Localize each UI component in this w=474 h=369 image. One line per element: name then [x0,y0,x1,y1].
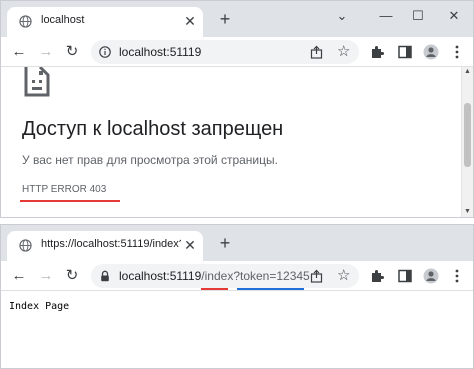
new-tab-button[interactable]: + [215,234,235,254]
profile-avatar-icon[interactable] [423,268,439,284]
back-button[interactable]: ← [10,43,28,61]
extensions-icon[interactable] [369,268,385,284]
error-code-underline [20,200,120,202]
address-host: localhost:51119 [119,45,202,59]
tab-title: localhost [41,14,85,26]
new-tab-button[interactable]: + [215,10,235,30]
share-icon[interactable] [310,45,324,59]
browser-window-forbidden: localhost ✕ + ⌄ — ☐ ✕ ← → ↻ localhost:51… [0,0,474,218]
extensions-icon[interactable] [369,44,385,60]
tab-close-icon[interactable]: ✕ [183,14,197,28]
profile-avatar-icon[interactable] [423,44,439,60]
browser-toolbar: ← → ↻ localhost:51119/index?token=12345 … [1,261,473,291]
page-content: Index Page [1,291,473,368]
page-body-text: Index Page [9,301,70,312]
address-query: ?token=12345 [233,269,310,283]
reload-button[interactable]: ↻ [63,43,81,61]
tab-strip: https://localhost:51119/index?to ✕ + [1,225,473,261]
bookmark-star-icon[interactable]: ☆ [337,267,351,285]
bookmark-star-icon[interactable]: ☆ [337,43,351,61]
back-button[interactable]: ← [10,267,28,285]
broken-document-icon [24,67,50,97]
minimize-button[interactable]: — [373,6,399,26]
tab-search-icon[interactable]: ⌄ [329,6,355,26]
lock-icon[interactable] [99,270,111,282]
address-host: localhost:51119 [119,269,202,283]
tab-localhost[interactable]: localhost ✕ [7,7,203,37]
menu-icon[interactable] [449,44,465,60]
tab-index[interactable]: https://localhost:51119/index?to ✕ [7,231,203,261]
path-underline [201,288,228,290]
reload-button[interactable]: ↻ [63,267,81,285]
browser-toolbar: ← → ↻ localhost:51119 ☆ [1,37,473,67]
menu-icon[interactable] [449,268,465,284]
address-text[interactable]: localhost:51119 [119,45,201,59]
scroll-up-icon[interactable]: ▲ [462,67,473,77]
error-page: Доступ к localhost запрещен У вас нет пр… [1,67,473,217]
scroll-down-icon[interactable]: ▼ [462,207,473,217]
address-path: /index [201,269,234,283]
query-underline [237,288,304,290]
forward-button[interactable]: → [37,43,55,61]
tab-close-icon[interactable]: ✕ [183,238,197,252]
scroll-thumb[interactable] [464,103,471,167]
window-close-button[interactable]: ✕ [441,6,467,26]
info-icon[interactable] [99,46,111,58]
side-panel-icon[interactable] [397,44,413,60]
vertical-scrollbar[interactable]: ▲ ▼ [461,67,473,217]
maximize-button[interactable]: ☐ [405,6,431,26]
browser-window-index: https://localhost:51119/index?to ✕ + ← →… [0,224,474,369]
error-description: У вас нет прав для просмотра этой страни… [22,153,278,167]
address-bar[interactable]: localhost:51119 ☆ [91,40,359,64]
address-bar[interactable]: localhost:51119/index?token=12345 ☆ [91,264,359,288]
error-code: HTTP ERROR 403 [22,184,107,195]
tab-strip: localhost ✕ + ⌄ — ☐ ✕ [1,1,473,37]
error-title: Доступ к localhost запрещен [22,118,284,140]
forward-button[interactable]: → [37,267,55,285]
globe-icon [19,15,32,28]
address-text[interactable]: localhost:51119/index?token=12345 [119,269,310,283]
side-panel-icon[interactable] [397,268,413,284]
globe-icon [19,239,32,252]
share-icon[interactable] [310,269,324,283]
tab-title: https://localhost:51119/index?to [41,238,181,250]
